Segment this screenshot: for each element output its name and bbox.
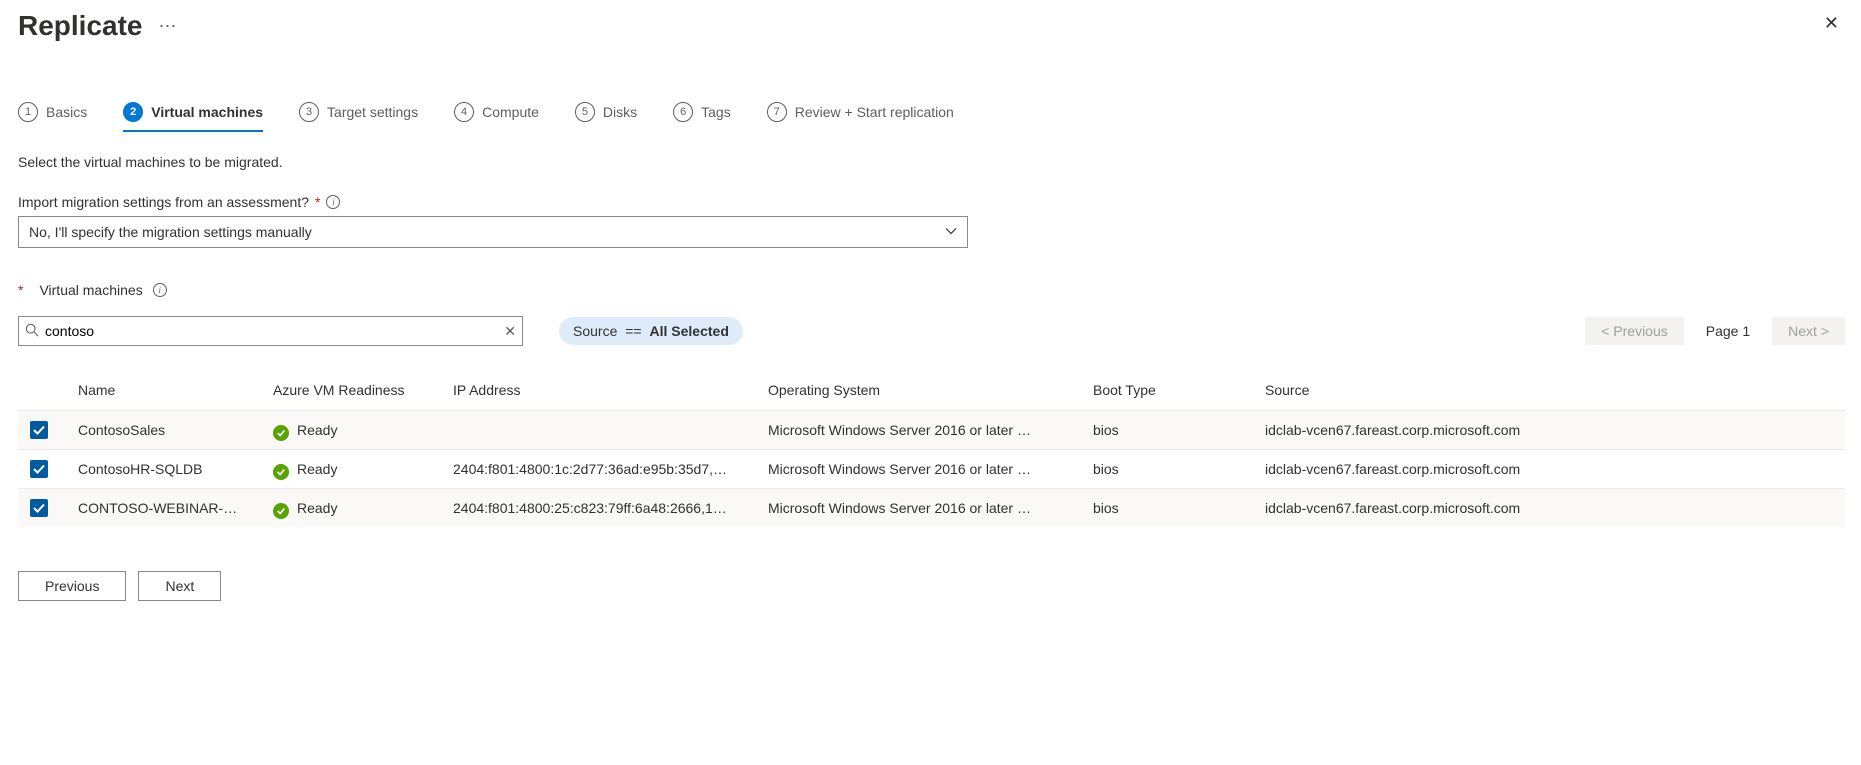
check-icon: [33, 463, 45, 475]
filter-key: Source: [573, 323, 617, 339]
cell-os: Microsoft Windows Server 2016 or later …: [756, 411, 1081, 450]
required-indicator: *: [315, 194, 320, 210]
step-number: 7: [767, 102, 787, 122]
col-readiness-header[interactable]: Azure VM Readiness: [261, 372, 441, 411]
row-checkbox[interactable]: [30, 460, 48, 478]
info-icon[interactable]: i: [326, 195, 340, 209]
readiness-text: Ready: [297, 500, 337, 516]
instruction-text: Select the virtual machines to be migrat…: [18, 154, 1845, 170]
step-compute[interactable]: 4 Compute: [454, 102, 539, 132]
col-source-header[interactable]: Source: [1253, 372, 1845, 411]
clear-search-button[interactable]: ✕: [504, 323, 516, 340]
step-number: 5: [575, 102, 595, 122]
previous-page-button[interactable]: < Previous: [1585, 317, 1684, 345]
check-icon: [33, 424, 45, 436]
cell-os: Microsoft Windows Server 2016 or later …: [756, 450, 1081, 489]
cell-os: Microsoft Windows Server 2016 or later …: [756, 489, 1081, 528]
vm-search-input[interactable]: [39, 323, 504, 339]
cell-ip: 2404:f801:4800:1c:2d77:36ad:e95b:35d7,…: [441, 450, 756, 489]
step-virtual-machines[interactable]: 2 Virtual machines: [123, 102, 263, 132]
filter-value: All Selected: [650, 323, 729, 339]
ready-icon: [273, 503, 289, 519]
cell-name: ContosoHR-SQLDB: [66, 450, 261, 489]
step-number: 4: [454, 102, 474, 122]
step-number: 2: [123, 102, 143, 122]
step-number: 3: [299, 102, 319, 122]
step-label: Virtual machines: [151, 104, 263, 120]
ready-icon: [273, 425, 289, 441]
step-number: 6: [673, 102, 693, 122]
step-label: Compute: [482, 104, 539, 120]
close-icon: ✕: [1824, 13, 1839, 33]
readiness-text: Ready: [297, 422, 337, 438]
step-label: Basics: [46, 104, 87, 120]
cell-source: idclab-vcen67.fareast.corp.microsoft.com: [1253, 489, 1845, 528]
next-page-button[interactable]: Next >: [1772, 317, 1845, 345]
search-icon: [25, 323, 39, 340]
col-name-header[interactable]: Name: [66, 372, 261, 411]
step-review[interactable]: 7 Review + Start replication: [767, 102, 954, 132]
step-number: 1: [18, 102, 38, 122]
table-row[interactable]: ContosoSales Ready Microsoft Windows Ser…: [18, 411, 1845, 450]
step-target-settings[interactable]: 3 Target settings: [299, 102, 418, 132]
step-label: Target settings: [327, 104, 418, 120]
step-label: Tags: [701, 104, 731, 120]
required-indicator: *: [18, 282, 23, 298]
more-menu-button[interactable]: ⋯: [153, 13, 183, 39]
vm-section-heading: Virtual machines: [39, 282, 142, 298]
close-button[interactable]: ✕: [1818, 12, 1845, 35]
check-icon: [33, 502, 45, 514]
cell-boot: bios: [1081, 411, 1253, 450]
ellipsis-icon: ⋯: [159, 16, 177, 36]
cell-readiness: Ready: [261, 411, 441, 450]
source-filter-pill[interactable]: Source == All Selected: [559, 317, 743, 345]
cell-ip: 2404:f801:4800:25:c823:79ff:6a48:2666,1…: [441, 489, 756, 528]
col-ip-header[interactable]: IP Address: [441, 372, 756, 411]
cell-boot: bios: [1081, 489, 1253, 528]
import-settings-label: Import migration settings from an assess…: [18, 194, 309, 210]
table-row[interactable]: ContosoHR-SQLDB Ready 2404:f801:4800:1c:…: [18, 450, 1845, 489]
readiness-text: Ready: [297, 461, 337, 477]
step-label: Review + Start replication: [795, 104, 954, 120]
cell-readiness: Ready: [261, 489, 441, 528]
col-boot-header[interactable]: Boot Type: [1081, 372, 1253, 411]
previous-button[interactable]: Previous: [18, 571, 126, 601]
table-row[interactable]: CONTOSO-WEBINAR-… Ready 2404:f801:4800:2…: [18, 489, 1845, 528]
cell-name: CONTOSO-WEBINAR-…: [66, 489, 261, 528]
import-settings-dropdown[interactable]: No, I'll specify the migration settings …: [18, 216, 968, 248]
step-basics[interactable]: 1 Basics: [18, 102, 87, 132]
cell-boot: bios: [1081, 450, 1253, 489]
row-checkbox[interactable]: [30, 499, 48, 517]
vm-search-box[interactable]: ✕: [18, 316, 523, 346]
dropdown-value: No, I'll specify the migration settings …: [29, 224, 312, 240]
next-button[interactable]: Next: [138, 571, 221, 601]
step-disks[interactable]: 5 Disks: [575, 102, 637, 132]
ready-icon: [273, 464, 289, 480]
page-title: Replicate: [18, 10, 143, 42]
step-label: Disks: [603, 104, 637, 120]
cell-name: ContosoSales: [66, 411, 261, 450]
cell-readiness: Ready: [261, 450, 441, 489]
col-os-header[interactable]: Operating System: [756, 372, 1081, 411]
cell-ip: [441, 411, 756, 450]
vm-table: Name Azure VM Readiness IP Address Opera…: [18, 372, 1845, 527]
filter-operator: ==: [621, 323, 645, 339]
info-icon[interactable]: i: [153, 283, 167, 297]
step-tags[interactable]: 6 Tags: [673, 102, 731, 132]
page-indicator: Page 1: [1706, 323, 1750, 339]
cell-source: idclab-vcen67.fareast.corp.microsoft.com: [1253, 411, 1845, 450]
wizard-steps: 1 Basics 2 Virtual machines 3 Target set…: [18, 102, 1845, 132]
row-checkbox[interactable]: [30, 421, 48, 439]
chevron-down-icon: [945, 225, 957, 240]
cell-source: idclab-vcen67.fareast.corp.microsoft.com: [1253, 450, 1845, 489]
